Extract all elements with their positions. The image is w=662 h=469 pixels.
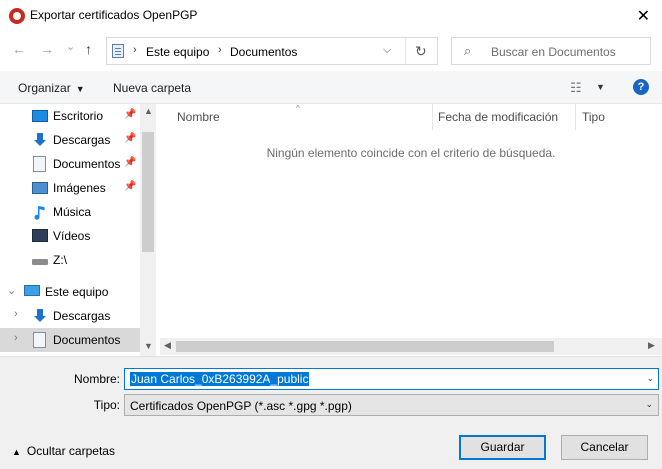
drive-icon <box>32 259 48 265</box>
sidebar-item-label: Imágenes <box>53 181 106 195</box>
caret-down-icon: ▼ <box>75 84 85 94</box>
recent-locations-icon[interactable]: ⌄ <box>66 40 75 53</box>
sidebar-item-label: Descargas <box>53 133 111 147</box>
up-icon[interactable]: ↑ <box>85 41 92 57</box>
sidebar-item-documentos[interactable]: Documentos 📌 <box>0 152 140 176</box>
chevron-up-icon: ▲ <box>12 447 21 457</box>
scroll-left-icon[interactable]: ◀ <box>164 340 171 351</box>
file-list: ^ Nombre Fecha de modificación Tipo Ning… <box>160 104 662 356</box>
navigation-bar: ← → ⌄ ↑ › Este equipo › Documentos ⌵ ↻ ⌕… <box>0 31 662 71</box>
file-name-value[interactable]: Juan Carlos_0xB263992A_public <box>130 372 310 386</box>
sidebar-item-label: Z:\ <box>53 253 67 267</box>
sidebar-item-este-equipo[interactable]: ⌄ Este equipo <box>0 280 140 304</box>
chevron-down-icon[interactable]: ⌄ <box>646 373 654 384</box>
organize-label: Organizar <box>18 81 71 95</box>
sidebar-item-imagenes[interactable]: Imágenes 📌 <box>0 176 140 200</box>
document-icon <box>33 156 46 172</box>
document-icon <box>33 332 46 348</box>
pin-icon[interactable]: 📌 <box>124 181 136 192</box>
file-type-select[interactable]: Certificados OpenPGP (*.asc *.gpg *.pgp)… <box>124 394 659 416</box>
caret-down-icon[interactable]: ▼ <box>596 82 605 92</box>
refresh-icon[interactable]: ↻ <box>415 43 427 60</box>
sidebar-item-descargas[interactable]: Descargas 📌 <box>0 128 140 152</box>
column-header-tipo[interactable]: Tipo <box>582 110 605 124</box>
sidebar-item-label: Escritorio <box>53 109 104 123</box>
sidebar-item-descargas-tree[interactable]: › Descargas <box>0 304 140 328</box>
forward-icon[interactable]: → <box>40 41 54 57</box>
sidebar-item-label: Vídeos <box>53 229 91 243</box>
sidebar-item-videos[interactable]: Vídeos <box>0 224 140 248</box>
download-icon <box>34 309 46 322</box>
back-icon[interactable]: ← <box>12 41 26 57</box>
sidebar-item-documentos-tree[interactable]: › Documentos <box>0 328 140 352</box>
address-bar[interactable]: › Este equipo › Documentos ⌵ ↻ <box>106 37 438 65</box>
scroll-up-icon[interactable]: ▲ <box>144 106 153 116</box>
breadcrumb-separator: › <box>218 44 222 56</box>
hide-folders-label: Ocultar carpetas <box>26 444 115 458</box>
scroll-down-icon[interactable]: ▼ <box>144 341 153 351</box>
chevron-down-icon[interactable]: ⌵ <box>383 44 391 57</box>
name-label: Nombre: <box>73 372 120 386</box>
save-form: Nombre: Juan Carlos_0xB263992A_public ⌄ … <box>0 356 662 469</box>
sidebar-item-label: Documentos <box>53 333 121 347</box>
document-icon <box>112 44 124 58</box>
pin-icon[interactable]: 📌 <box>124 109 136 120</box>
download-icon <box>34 133 46 146</box>
chevron-right-icon[interactable]: › <box>14 332 18 344</box>
search-box[interactable]: ⌕ Buscar en Documentos <box>451 37 651 65</box>
chevron-down-icon[interactable]: ⌄ <box>645 399 653 410</box>
computer-icon <box>24 285 40 296</box>
sidebar-item-label: Descargas <box>53 309 111 323</box>
file-type-value: Certificados OpenPGP (*.asc *.gpg *.pgp) <box>130 399 352 413</box>
search-input[interactable]: Buscar en Documentos <box>491 45 616 59</box>
breadcrumb-este-equipo[interactable]: Este equipo <box>146 45 209 59</box>
type-label: Tipo: <box>93 398 120 412</box>
search-icon: ⌕ <box>464 43 472 58</box>
sidebar-item-escritorio[interactable]: Escritorio 📌 <box>0 104 140 128</box>
divider <box>405 38 406 64</box>
pin-icon[interactable]: 📌 <box>124 157 136 168</box>
column-divider[interactable] <box>575 104 576 130</box>
title-bar: Exportar certificados OpenPGP ✕ <box>0 0 662 31</box>
sidebar-item-label: Música <box>53 205 92 219</box>
cancel-button[interactable]: Cancelar <box>561 435 648 460</box>
close-icon[interactable]: ✕ <box>637 6 650 26</box>
image-icon <box>32 182 48 194</box>
new-folder-button[interactable]: Nueva carpeta <box>113 81 191 95</box>
hide-folders-button[interactable]: ▲ Ocultar carpetas <box>12 444 115 458</box>
video-icon <box>32 229 48 242</box>
sidebar-item-label: Este equipo <box>45 285 109 299</box>
sidebar-item-musica[interactable]: Música <box>0 200 140 224</box>
chevron-down-icon[interactable]: ⌄ <box>7 284 16 297</box>
organize-button[interactable]: Organizar ▼ <box>18 81 85 95</box>
column-header-fecha[interactable]: Fecha de modificación <box>438 110 558 124</box>
sidebar-scroll-thumb[interactable] <box>142 132 154 252</box>
scroll-right-icon[interactable]: ▶ <box>648 340 655 351</box>
horizontal-scroll-thumb[interactable] <box>176 341 554 352</box>
column-header-nombre[interactable]: Nombre <box>177 110 220 124</box>
file-name-input[interactable]: Juan Carlos_0xB263992A_public ⌄ <box>124 368 659 390</box>
pin-icon[interactable]: 📌 <box>124 133 136 144</box>
horizontal-scrollbar[interactable]: ◀ ▶ <box>160 338 662 355</box>
empty-message: Ningún elemento coincide con el criterio… <box>266 146 556 160</box>
command-toolbar: Organizar ▼ Nueva carpeta ☷ ▼ ? <box>0 71 662 104</box>
column-divider[interactable] <box>432 104 433 130</box>
sidebar-item-label: Documentos <box>53 157 121 171</box>
app-icon <box>9 8 25 24</box>
chevron-right-icon[interactable]: › <box>14 308 18 320</box>
breadcrumb-separator: › <box>133 44 137 56</box>
music-icon <box>34 206 45 220</box>
breadcrumb-documentos[interactable]: Documentos <box>230 45 297 59</box>
sort-caret-icon: ^ <box>296 104 300 113</box>
window-title: Exportar certificados OpenPGP <box>30 8 198 22</box>
view-options-icon[interactable]: ☷ <box>570 80 582 96</box>
sidebar-item-drive-z[interactable]: Z:\ <box>0 248 140 272</box>
desktop-icon <box>32 110 48 122</box>
save-button[interactable]: Guardar <box>459 435 546 460</box>
help-icon[interactable]: ? <box>633 79 649 95</box>
navigation-pane: Escritorio 📌 Descargas 📌 Documentos 📌 Im… <box>0 104 156 356</box>
